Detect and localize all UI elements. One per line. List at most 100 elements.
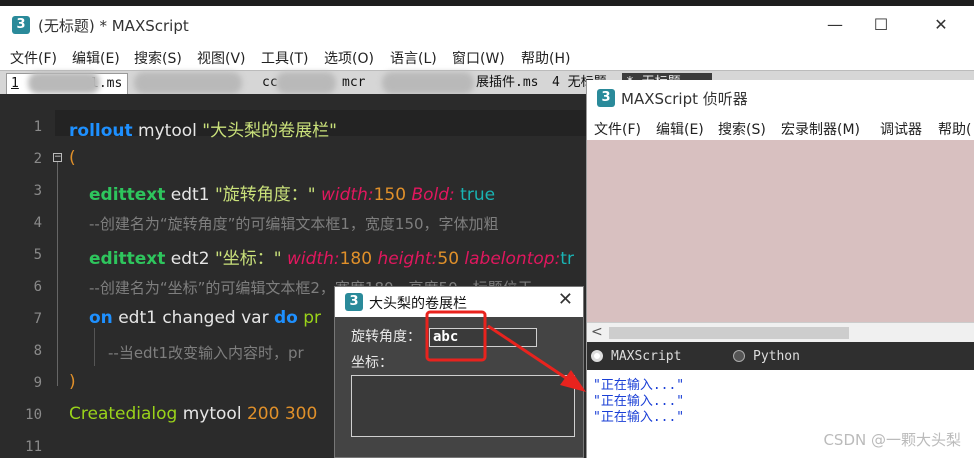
code-line-3: edittext edt1 "旋转角度：" width:150 Bold: tr… (89, 180, 496, 205)
radio-maxscript[interactable] (591, 350, 603, 362)
listener-menu-macro[interactable]: 宏录制器(M) (781, 119, 860, 139)
code-line-9: ) (69, 372, 76, 396)
menu-file[interactable]: 文件(F) (10, 48, 57, 68)
token-keyword: edittext (89, 249, 166, 269)
dialog-title: 大头梨的卷展栏 (369, 296, 467, 312)
horizontal-scrollbar[interactable]: < (587, 322, 974, 342)
blurred-tab-name (134, 72, 242, 94)
token-bool: true (454, 185, 496, 205)
tab-label: 展插件.ms (476, 75, 539, 90)
listener-title: MAXScript 侦听器 (621, 90, 748, 108)
tab-document-3[interactable]: cc (246, 73, 280, 94)
rotation-angle-input[interactable]: abc (429, 328, 537, 347)
language-selector: MAXScript Python (587, 342, 974, 370)
menu-help[interactable]: 帮助(H) (521, 48, 570, 68)
token-string: "旋转角度：" (214, 185, 316, 205)
token-keyword: on (89, 308, 113, 328)
listener-output-pane[interactable]: "正在输入..." "正在输入..." "正在输入..." CSDN @一颗大头… (587, 370, 974, 458)
menu-edit[interactable]: 编辑(E) (72, 48, 120, 68)
listener-menu-debugger[interactable]: 调试器 (880, 119, 922, 139)
editor-titlebar: 3 (无标题) * MAXScript — ☐ ✕ (0, 6, 974, 44)
token-identifier: mytool (177, 404, 247, 424)
line-number: 7 (33, 311, 42, 327)
dialog-close-button[interactable]: ✕ (558, 289, 573, 310)
token-number: 200 (246, 404, 280, 424)
window-title: (无标题) * MAXScript (38, 17, 189, 35)
macro-recorder-pane[interactable] (587, 140, 974, 322)
line-number: 10 (25, 407, 42, 423)
line-number: 11 (25, 439, 42, 455)
output-line: "正在输入..." (593, 410, 685, 425)
token-param: width: (315, 185, 374, 205)
fold-toggle-icon[interactable]: − (53, 153, 62, 162)
listener-menu-search[interactable]: 搜索(S) (718, 119, 766, 139)
line-number: 1 (33, 119, 42, 135)
tab-number: 1 (11, 76, 19, 91)
blurred-tab-name (28, 72, 100, 94)
radio-label-maxscript: MAXScript (611, 349, 682, 364)
listener-menu-file[interactable]: 文件(F) (594, 119, 641, 139)
coordinate-label: 坐标： (351, 355, 393, 371)
token-keyword: rollout (69, 121, 133, 141)
token-keyword: do (273, 308, 298, 328)
scroll-left-icon[interactable]: < (591, 324, 603, 340)
radio-label-python: Python (753, 349, 800, 364)
line-number: 4 (33, 215, 42, 231)
token-param: height: (372, 249, 438, 269)
code-line-4-comment: --创建名为“旋转角度”的可编辑文本框1，宽度150，字体加粗 (89, 215, 499, 233)
listener-menubar: 文件(F) 编辑(E) 搜索(S) 宏录制器(M) 调试器 帮助( (587, 114, 974, 140)
token-keyword: edittext (89, 185, 166, 205)
token-string: "大头梨的卷展栏" (202, 121, 337, 141)
token-number: 150 (373, 185, 407, 205)
scrollbar-thumb[interactable] (609, 327, 849, 339)
line-number: 8 (33, 343, 42, 359)
radio-python[interactable] (733, 350, 745, 362)
token-function: pr (297, 308, 322, 328)
code-line-1: rollout mytool "大头梨的卷展栏" (69, 116, 337, 141)
coordinate-input[interactable] (351, 375, 575, 437)
line-number: 2 (33, 151, 42, 167)
token-function: Createdialog (69, 404, 178, 424)
maximize-button[interactable]: ☐ (858, 12, 904, 38)
maxscript-app-icon: 3 (345, 293, 363, 311)
listener-menu-help[interactable]: 帮助( (938, 119, 971, 139)
menu-view[interactable]: 视图(V) (197, 48, 246, 68)
maxscript-app-icon: 3 (12, 16, 30, 34)
line-number-gutter: 1 2 3 4 5 6 7 8 9 10 11 (0, 94, 50, 458)
rollout-dialog: 3 大头梨的卷展栏 ✕ 旋转角度： abc 坐标： (334, 286, 584, 458)
line-number: 3 (33, 183, 42, 199)
tab-document-4[interactable]: mcr (338, 73, 378, 94)
token-param: width: (281, 249, 340, 269)
menu-search[interactable]: 搜索(S) (134, 48, 182, 68)
token-bool: tr (560, 249, 574, 269)
token-paren: ( (69, 148, 76, 168)
token-number: 50 (437, 249, 460, 269)
watermark: CSDN @一颗大头梨 (823, 431, 961, 449)
line-number: 9 (33, 375, 42, 391)
listener-menu-edit[interactable]: 编辑(E) (656, 119, 704, 139)
code-line-5: edittext edt2 "坐标：" width:180 height:50 … (89, 244, 574, 269)
blurred-tab-name (276, 72, 336, 94)
code-line-8-comment: --当edt1改变输入内容时，pr (108, 344, 304, 362)
code-line-2: ( (69, 148, 76, 172)
rotation-angle-label: 旋转角度： (351, 329, 421, 345)
maxscript-listener-window: 3 MAXScript 侦听器 文件(F) 编辑(E) 搜索(S) 宏录制器(M… (586, 80, 974, 458)
menu-options[interactable]: 选项(O) (324, 48, 374, 68)
listener-titlebar: 3 MAXScript 侦听器 (587, 80, 974, 114)
menu-window[interactable]: 窗口(W) (452, 48, 505, 68)
token-string: "坐标：" (214, 249, 282, 269)
token-number: 180 (339, 249, 373, 269)
token-number: 300 (279, 404, 318, 424)
line-number: 5 (33, 247, 42, 263)
code-line-10: Createdialog mytool 200 300 (69, 404, 317, 428)
menu-language[interactable]: 语言(L) (390, 48, 437, 68)
fold-guide (57, 162, 58, 386)
close-button[interactable]: ✕ (918, 12, 964, 38)
token-identifier: edt2 (165, 249, 215, 269)
indent-guide (94, 328, 95, 366)
blurred-tab-name (382, 72, 474, 94)
menu-tools[interactable]: 工具(T) (261, 48, 308, 68)
minimize-button[interactable]: — (812, 12, 858, 38)
token-identifier: edt1 (165, 185, 215, 205)
token-paren: ) (69, 372, 76, 392)
